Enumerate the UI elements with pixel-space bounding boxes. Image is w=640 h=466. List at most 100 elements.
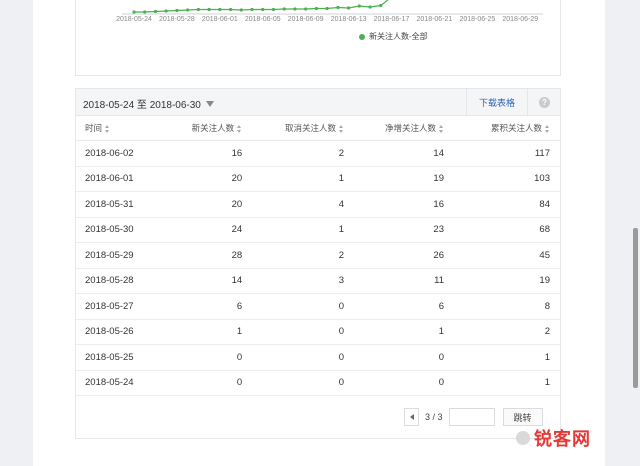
series-point[interactable] [164,9,168,13]
table-row: 2018-05-24 0 0 0 1 [76,370,560,396]
x-tick-label: 2018-06-21 [417,16,453,23]
table-cell: 0 [344,370,444,396]
col-header-total[interactable]: 累积关注人数 [444,116,560,141]
watermark-logo-icon [516,431,530,445]
table-cell: 28 [153,242,243,269]
table-cell: 6 [153,293,243,320]
series-point[interactable] [196,7,200,12]
page-indicator: 3 / 3 [425,412,443,422]
table-cell: 0 [242,319,345,345]
table-cell: 0 [153,370,243,396]
table-cell: 117 [444,140,560,167]
watermark: 锐客网 [516,423,628,453]
table-cell: 45 [444,242,560,269]
table-cell: 1 [242,217,345,243]
col-header-net[interactable]: 净增关注人数 [344,116,444,141]
table-cell: 14 [344,140,444,167]
col-header-time[interactable]: 时间 [76,116,154,141]
table-cell: 1 [444,344,560,371]
col-header-label: 新关注人数 [191,123,235,133]
table-row: 2018-05-29 28 2 26 45 [76,242,560,269]
series-point[interactable] [368,5,372,9]
x-tick-label: 2018-06-29 [502,16,538,23]
x-tick-label: 2018-06-17 [374,16,410,23]
series-point[interactable] [250,7,254,12]
table-cell: 84 [444,191,560,218]
sort-icon [237,124,242,133]
table-cell: 2018-06-01 [76,166,154,192]
chart-legend[interactable]: 新关注人数-全部 [359,31,428,42]
table-cell: 2 [242,140,345,167]
caret-down-icon [205,100,214,107]
sort-icon [105,124,110,133]
series-point[interactable] [325,6,329,11]
series-point[interactable] [357,4,361,8]
table-cell: 0 [242,293,345,320]
prev-page-button[interactable] [404,408,419,426]
table-cell: 2018-06-02 [76,140,154,167]
series-point[interactable] [207,7,211,12]
sort-icon [339,124,344,133]
watermark-text: 锐客网 [534,429,591,449]
legend-label: 新关注人数-全部 [369,32,428,41]
series-point[interactable] [314,6,319,11]
col-header-new[interactable]: 新关注人数 [153,116,243,141]
x-tick-label: 2018-06-25 [459,16,495,23]
help-icon[interactable]: ? [539,97,550,108]
table-cell: 0 [344,344,444,371]
table-cell: 16 [344,191,444,218]
series-point[interactable] [379,3,383,8]
col-header-unfollow[interactable]: 取消关注人数 [242,116,345,141]
series-point[interactable] [186,8,190,12]
table-cell: 8 [444,293,560,320]
table-cell: 24 [153,217,243,243]
x-tick-label: 2018-05-28 [159,16,195,23]
table-cell: 103 [444,166,560,192]
table-cell: 4 [242,191,345,218]
download-table-button[interactable]: 下载表格 [466,89,528,115]
date-range-selector[interactable]: 2018-05-24 至 2018-06-30 [83,96,214,111]
table-header-row: 时间 新关注人数 取消关注人数 净增关注人数 累积关注人数 [76,116,560,141]
scrollbar-thumb[interactable] [633,228,638,388]
series-point[interactable] [218,7,222,12]
table-cell: 2018-05-24 [76,370,154,396]
series-point[interactable] [228,7,233,12]
col-header-label: 净增关注人数 [384,123,436,133]
series-point[interactable] [293,7,297,11]
series-point[interactable] [346,6,351,10]
series-point[interactable] [175,8,179,13]
date-range-text: 2018-05-24 至 2018-06-30 [83,100,201,111]
col-header-label: 取消关注人数 [285,123,337,133]
table-cell: 2018-05-30 [76,217,154,243]
series-point[interactable] [271,7,276,12]
page-number-input[interactable] [448,408,495,426]
table-cell: 20 [153,191,243,218]
series-point[interactable] [153,9,158,14]
table-cell: 1 [242,166,345,192]
table-cell: 2018-05-28 [76,268,154,294]
table-row: 2018-05-31 20 4 16 84 [76,191,560,218]
table-toolbar: 2018-05-24 至 2018-06-30 下载表格 ? [76,89,560,116]
chart-canvas: 2018-05-24 2018-05-28 2018-06-01 2018-06-05… [116,0,543,23]
x-tick-label: 2018-06-09 [288,16,324,23]
series-point[interactable] [239,8,243,12]
series-point[interactable] [132,10,136,14]
table-cell: 2018-05-27 [76,293,154,320]
data-table-panel: 2018-05-24 至 2018-06-30 下载表格 ? 时间 新关注人数 … [75,88,561,439]
chevron-left-icon [409,414,414,420]
table-cell: 2018-05-29 [76,242,154,269]
table-cell: 0 [153,344,243,371]
page-background [0,0,33,466]
table-cell: 19 [344,166,444,192]
x-tick-label: 2018-06-05 [245,16,281,23]
table-row: 2018-05-30 24 1 23 68 [76,217,560,243]
series-point[interactable] [261,7,265,12]
followers-chart: 2018-05-24 2018-05-28 2018-06-01 2018-06-05… [75,0,561,76]
series-point[interactable] [336,5,340,10]
series-point[interactable] [304,7,308,11]
series-point[interactable] [143,10,147,14]
series-point[interactable] [282,7,286,11]
table-cell: 6 [344,293,444,320]
table-cell: 2 [242,242,345,269]
table-cell: 3 [242,268,345,294]
